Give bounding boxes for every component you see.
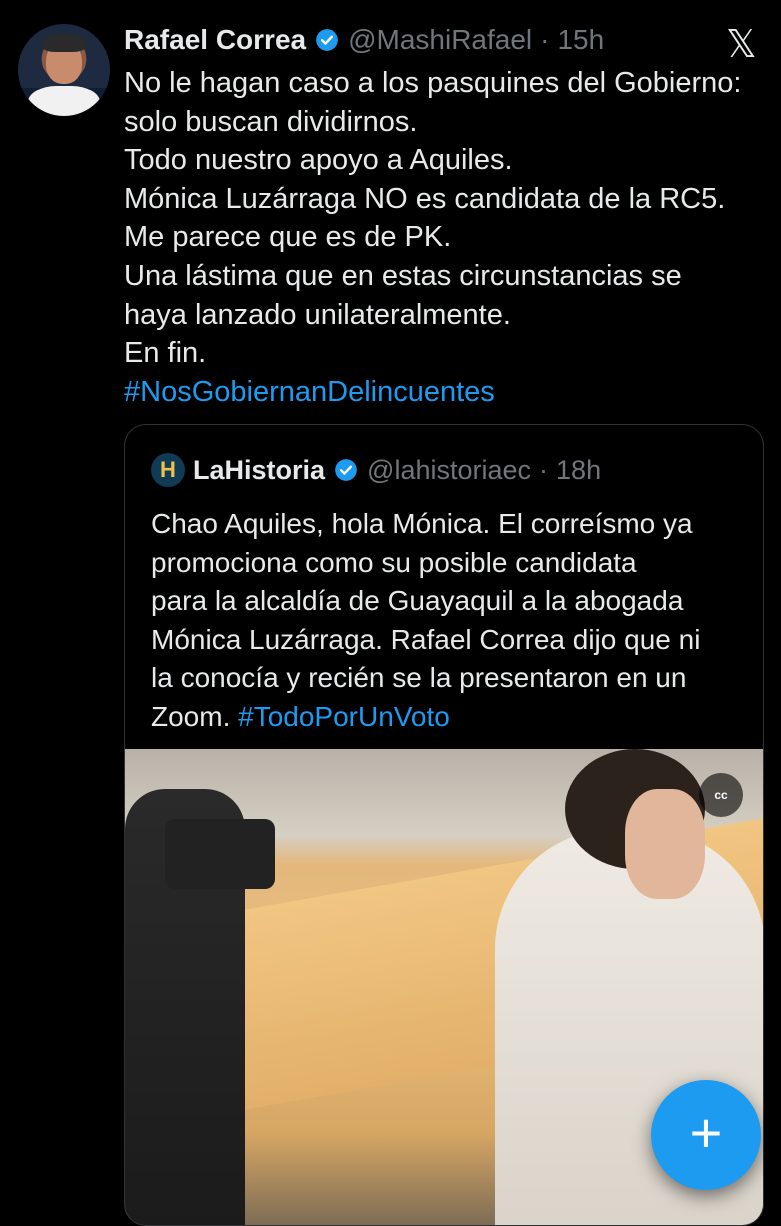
x-logo-icon[interactable]: 𝕏: [726, 25, 757, 63]
avatar-hair: [42, 34, 86, 52]
media-camera-shape: [165, 819, 275, 889]
time-separator: ·: [539, 454, 549, 485]
tweet-line: Me parece que es de PK.: [124, 221, 452, 254]
media-face-shape: [625, 789, 705, 899]
tweet-line: Una lástima que en estas circunstancias …: [124, 259, 682, 292]
quoted-author-name[interactable]: LaHistoria: [193, 455, 325, 486]
verified-badge-icon: [316, 28, 338, 51]
author-handle[interactable]: @MashiRafael: [348, 24, 532, 56]
tweet-line: Mónica Luzárraga NO es candidata de la R…: [124, 182, 726, 215]
lahistoria-logo-icon[interactable]: H: [151, 453, 185, 487]
quoted-line: la conocía y recién se la presentaron en…: [151, 662, 687, 693]
quoted-line: Chao Aquiles, hola Mónica. El correísmo …: [151, 508, 693, 539]
plus-icon: +: [689, 1101, 723, 1164]
quoted-author-handle[interactable]: @lahistoriaec: [367, 455, 531, 486]
tweet-line: En fin.: [124, 337, 207, 370]
quoted-line-prefix: Zoom.: [151, 700, 239, 732]
tweet-line: Todo nuestro apoyo a Aquiles.: [124, 144, 513, 177]
quoted-line: para la alcaldía de Guayaquil a la aboga…: [151, 585, 684, 616]
quoted-line: Mónica Luzárraga. Rafael Correa dijo que…: [151, 623, 701, 655]
quoted-hashtag[interactable]: #TodoPorUnVoto: [238, 701, 450, 732]
tweet-time[interactable]: 15h: [557, 24, 604, 56]
author-name[interactable]: Rafael Correa: [124, 24, 306, 56]
verified-badge-icon: [335, 459, 357, 481]
closed-captions-icon[interactable]: cc: [699, 773, 743, 817]
compose-button[interactable]: +: [651, 1080, 761, 1190]
quoted-line: promociona como su posible candidata: [151, 546, 637, 578]
tweet-line: solo buscan dividirnos.: [124, 105, 418, 138]
avatar-shirt: [28, 86, 100, 116]
time-separator: ·: [540, 24, 550, 55]
quoted-tweet-text: Chao Aquiles, hola Mónica. El correísmo …: [151, 505, 751, 736]
quoted-tweet-header: H LaHistoria @lahistoriaec · 18h: [151, 453, 601, 487]
quoted-line-last: Zoom. #TodoPorUnVoto: [151, 698, 751, 737]
tweet-line: haya lanzado unilateralmente.: [124, 298, 511, 331]
author-avatar[interactable]: [18, 24, 110, 116]
quoted-tweet-time[interactable]: 18h: [556, 455, 601, 486]
tweet-text: No le hagan caso a los pasquines del Gob…: [124, 64, 754, 411]
tweet-line: No le hagan caso a los pasquines del Gob…: [124, 67, 742, 99]
tweet-header: Rafael Correa @MashiRafael · 15h: [124, 22, 604, 58]
tweet-hashtag[interactable]: #NosGobiernanDelincuentes: [124, 373, 754, 412]
